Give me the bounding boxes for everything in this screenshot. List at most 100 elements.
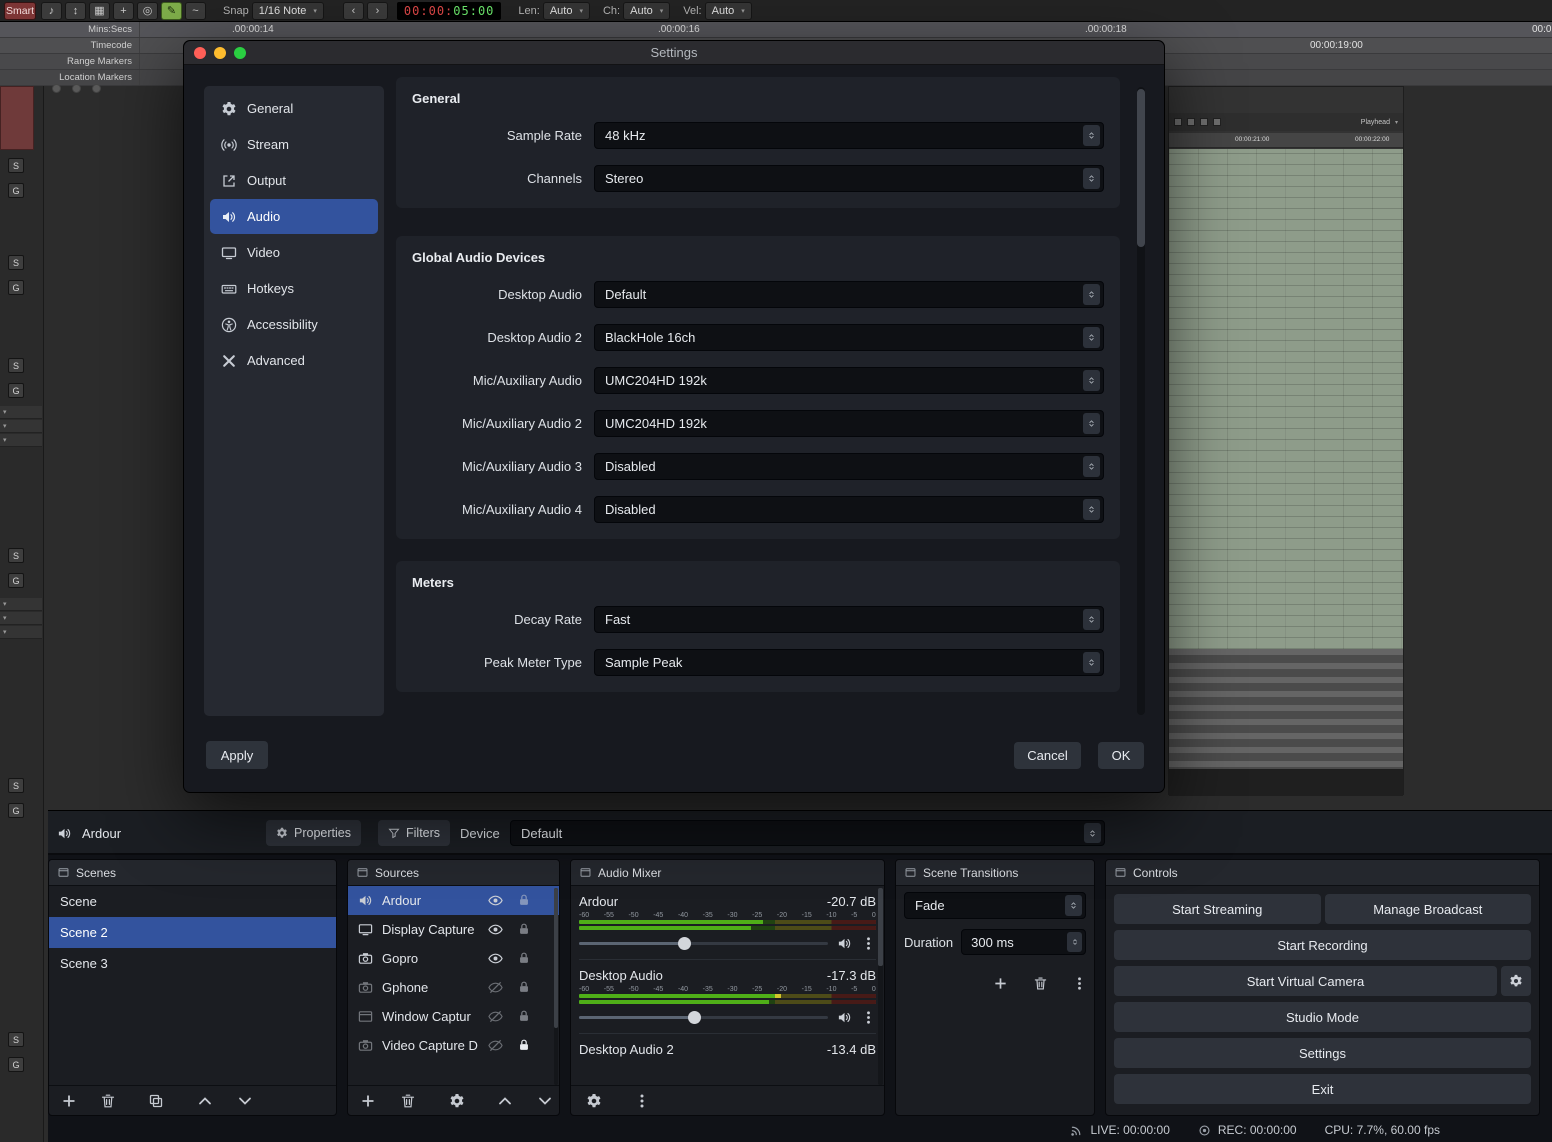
mute-speaker-icon[interactable] xyxy=(837,1010,852,1025)
source-item-hidden[interactable]: Gphone xyxy=(348,973,559,1002)
mic-aux-select[interactable]: UMC204HD 192k xyxy=(594,367,1104,394)
volume-slider-handle[interactable] xyxy=(678,937,691,950)
settings-button[interactable]: Settings xyxy=(1114,1038,1531,1068)
source-item[interactable]: Display Capture xyxy=(348,915,559,944)
cancel-button[interactable]: Cancel xyxy=(1014,742,1081,769)
tool-range-button[interactable]: ↕ xyxy=(65,2,86,20)
solo-button[interactable]: S xyxy=(8,158,24,173)
solo-button[interactable]: S xyxy=(8,255,24,270)
controls-header[interactable]: Controls xyxy=(1106,860,1539,886)
editor-tool-icon[interactable] xyxy=(1200,118,1208,126)
nudge-forward-button[interactable]: › xyxy=(367,2,388,20)
solo-button[interactable]: S xyxy=(8,548,24,563)
mic-aux-3-select[interactable]: Disabled xyxy=(594,453,1104,480)
secondary-clock[interactable]: 00:00:05:00 xyxy=(397,2,501,20)
collapsed-track-row[interactable]: ▾ xyxy=(0,420,42,433)
sidebar-item-advanced[interactable]: Advanced xyxy=(210,343,378,378)
smart-mode-button[interactable]: Smart xyxy=(4,2,36,20)
visibility-eye-off-icon[interactable] xyxy=(488,1038,503,1053)
visibility-eye-icon[interactable] xyxy=(488,951,503,966)
source-item-hidden[interactable]: Window Captur xyxy=(348,1002,559,1031)
editor-tool-icon[interactable] xyxy=(1187,118,1195,126)
desktop-audio-2-select[interactable]: BlackHole 16ch xyxy=(594,324,1104,351)
sources-header[interactable]: Sources xyxy=(348,860,559,886)
move-scene-up-button[interactable] xyxy=(197,1093,213,1109)
duplicate-scene-button[interactable] xyxy=(148,1093,164,1109)
peak-meter-type-select[interactable]: Sample Peak xyxy=(594,649,1104,676)
scenes-header[interactable]: Scenes xyxy=(49,860,336,886)
lock-icon[interactable] xyxy=(517,893,531,907)
mic-aux-4-select[interactable]: Disabled xyxy=(594,496,1104,523)
source-item-selected[interactable]: Ardour xyxy=(348,886,559,915)
track-header-red[interactable] xyxy=(0,86,34,150)
collapsed-track-row[interactable]: ▾ xyxy=(0,434,42,447)
remove-source-button[interactable] xyxy=(400,1093,416,1109)
advanced-audio-gear-icon[interactable] xyxy=(586,1093,602,1109)
close-button[interactable] xyxy=(194,47,206,59)
spinner-arrows-icon[interactable] xyxy=(1067,932,1082,952)
sidebar-item-accessibility[interactable]: Accessibility xyxy=(210,307,378,342)
tool-grid-button[interactable]: ▦ xyxy=(89,2,110,20)
channels-select[interactable]: Stereo xyxy=(594,165,1104,192)
lock-closed-icon[interactable] xyxy=(517,1038,531,1052)
volume-slider-handle[interactable] xyxy=(688,1011,701,1024)
sources-scrollbar[interactable] xyxy=(554,888,558,1085)
sidebar-item-output[interactable]: Output xyxy=(210,163,378,198)
mic-aux-2-select[interactable]: UMC204HD 192k xyxy=(594,410,1104,437)
sample-rate-select[interactable]: 48 kHz xyxy=(594,122,1104,149)
group-button[interactable]: G xyxy=(8,803,24,818)
studio-mode-button[interactable]: Studio Mode xyxy=(1114,1002,1531,1032)
visibility-eye-off-icon[interactable] xyxy=(488,1009,503,1024)
tool-draw-button[interactable]: ✎ xyxy=(161,2,182,20)
sidebar-item-hotkeys[interactable]: Hotkeys xyxy=(210,271,378,306)
group-button[interactable]: G xyxy=(8,573,24,588)
desktop-audio-select[interactable]: Default xyxy=(594,281,1104,308)
scrollbar-thumb[interactable] xyxy=(554,888,558,1028)
start-virtual-camera-button[interactable]: Start Virtual Camera xyxy=(1114,966,1497,996)
visibility-eye-icon[interactable] xyxy=(488,893,503,908)
device-select[interactable]: Default xyxy=(510,820,1105,846)
add-source-button[interactable] xyxy=(360,1093,376,1109)
sidebar-item-video[interactable]: Video xyxy=(210,235,378,270)
tool-note-button[interactable]: ♪ xyxy=(41,2,62,20)
scrollbar-thumb[interactable] xyxy=(1137,89,1145,247)
collapsed-track-row[interactable]: ▾ xyxy=(0,598,42,611)
editor-tool-icon[interactable] xyxy=(1174,118,1182,126)
dialog-titlebar[interactable]: Settings xyxy=(184,41,1164,65)
manage-broadcast-button[interactable]: Manage Broadcast xyxy=(1325,894,1532,924)
duration-spinner[interactable]: 300 ms xyxy=(961,929,1086,955)
lock-icon[interactable] xyxy=(517,980,531,994)
editor-timeline[interactable]: 00:00:21:00 00:00:22:00 xyxy=(1169,133,1403,148)
start-recording-button[interactable]: Start Recording xyxy=(1114,930,1531,960)
collapsed-track-row[interactable]: ▾ xyxy=(0,612,42,625)
group-button[interactable]: G xyxy=(8,280,24,295)
move-scene-down-button[interactable] xyxy=(237,1093,253,1109)
audio-mixer-header[interactable]: Audio Mixer xyxy=(571,860,884,886)
exit-button[interactable]: Exit xyxy=(1114,1074,1531,1104)
zoom-button[interactable] xyxy=(234,47,246,59)
scene-item[interactable]: Scene 3 xyxy=(49,948,336,979)
move-source-up-button[interactable] xyxy=(497,1093,513,1109)
scene-item[interactable]: Scene xyxy=(49,886,336,917)
editor-tool-icon[interactable] xyxy=(1213,118,1221,126)
remove-scene-button[interactable] xyxy=(100,1093,116,1109)
tool-stretch-button[interactable]: + xyxy=(113,2,134,20)
virtual-camera-config-gear-button[interactable] xyxy=(1501,966,1531,996)
volume-slider[interactable] xyxy=(579,934,828,952)
start-streaming-button[interactable]: Start Streaming xyxy=(1114,894,1321,924)
nudge-back-button[interactable]: ‹ xyxy=(343,2,364,20)
ok-button[interactable]: OK xyxy=(1098,742,1144,769)
apply-button[interactable]: Apply xyxy=(206,741,268,769)
source-item[interactable]: Gopro xyxy=(348,944,559,973)
lock-icon[interactable] xyxy=(517,1009,531,1023)
ch-select[interactable]: Auto▾ xyxy=(623,2,670,20)
source-properties-button[interactable] xyxy=(449,1093,465,1109)
source-item-locked[interactable]: Video Capture D xyxy=(348,1031,559,1060)
move-source-down-button[interactable] xyxy=(537,1093,553,1109)
transition-select[interactable]: Fade xyxy=(904,892,1086,919)
scrollbar-thumb[interactable] xyxy=(878,888,883,966)
sidebar-item-general[interactable]: General xyxy=(210,91,378,126)
settings-scrollbar[interactable] xyxy=(1137,87,1145,715)
playhead-label[interactable]: Playhead xyxy=(1361,119,1390,126)
group-button[interactable]: G xyxy=(8,183,24,198)
